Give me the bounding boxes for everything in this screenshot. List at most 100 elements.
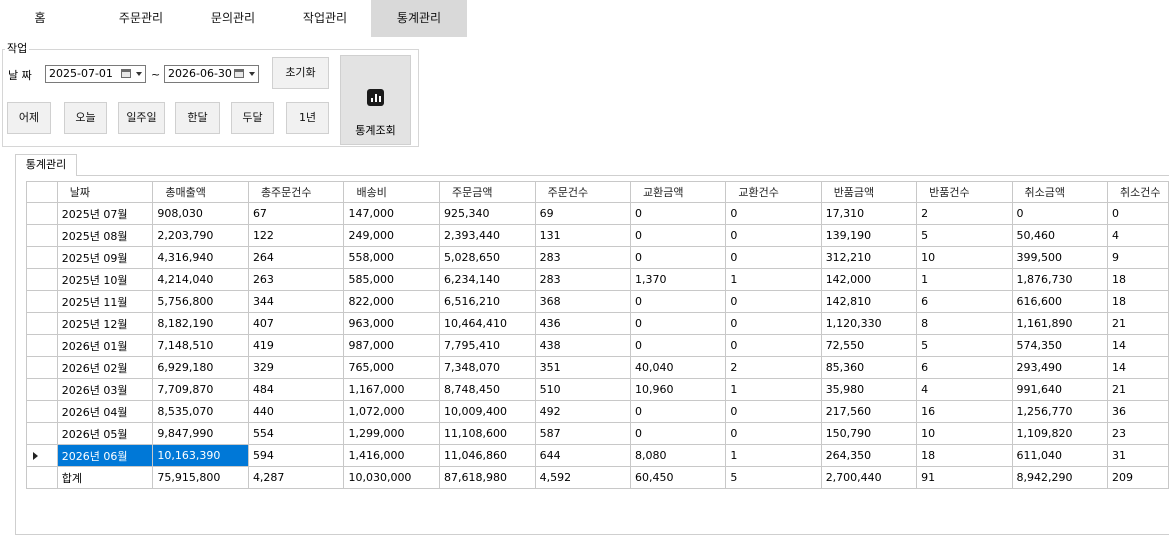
table-cell[interactable]: 0 [725, 224, 822, 247]
table-cell[interactable]: 2025년 12월 [56, 312, 154, 335]
calendar-icon[interactable] [121, 69, 131, 78]
table-cell[interactable]: 6,234,140 [439, 268, 536, 291]
table-cell[interactable]: 263 [247, 268, 345, 291]
table-cell[interactable]: 558,000 [343, 246, 441, 269]
table-cell[interactable]: 17,310 [820, 202, 918, 225]
today-button[interactable]: 오늘 [64, 102, 107, 134]
table-cell[interactable]: 554 [247, 422, 345, 445]
column-header[interactable]: 취소금액 [1011, 181, 1108, 203]
table-cell[interactable]: 5,028,650 [439, 246, 536, 269]
table-total-row[interactable]: 합계 75,915,800 4,287 10,030,000 87,618,980 4,5… [26, 466, 1169, 489]
table-cell[interactable]: 36 [1106, 400, 1169, 423]
table-cell[interactable]: 8,535,070 [152, 400, 249, 423]
table-cell[interactable]: 142,000 [820, 268, 918, 291]
yesterday-button[interactable]: 어제 [7, 102, 51, 134]
table-cell[interactable]: 2,393,440 [439, 224, 536, 247]
table-cell[interactable]: 484 [247, 378, 345, 401]
table-cell[interactable]: 2025년 07월 [56, 202, 154, 225]
table-cell[interactable]: 0 [725, 400, 822, 423]
table-cell[interactable]: 139,190 [820, 224, 918, 247]
table-cell[interactable]: 264,350 [820, 444, 918, 467]
nav-tab-tasks[interactable]: 작업관리 [279, 0, 371, 37]
table-cell[interactable]: 67 [247, 202, 345, 225]
table-cell[interactable]: 1,876,730 [1011, 268, 1108, 291]
table-cell[interactable]: 5 [725, 466, 822, 489]
table-cell[interactable]: 8,942,290 [1011, 466, 1108, 489]
table-cell[interactable]: 11,046,860 [439, 444, 536, 467]
table-cell[interactable]: 87,618,980 [439, 466, 536, 489]
table-cell[interactable]: 0 [629, 400, 727, 423]
table-cell[interactable]: 0 [629, 290, 727, 313]
table-cell[interactable]: 10,030,000 [343, 466, 441, 489]
table-cell[interactable]: 644 [534, 444, 631, 467]
calendar-icon[interactable] [234, 69, 244, 78]
table-cell[interactable]: 399,500 [1011, 246, 1108, 269]
table-cell[interactable]: 150,790 [820, 422, 918, 445]
table-cell[interactable]: 0 [629, 312, 727, 335]
table-cell[interactable]: 209 [1106, 466, 1169, 489]
table-cell[interactable]: 35,980 [820, 378, 918, 401]
table-cell[interactable]: 438 [534, 334, 631, 357]
table-cell[interactable]: 1,416,000 [343, 444, 441, 467]
table-cell[interactable]: 2,203,790 [152, 224, 249, 247]
table-cell[interactable]: 440 [247, 400, 345, 423]
table-cell[interactable]: 574,350 [1011, 334, 1108, 357]
table-cell[interactable]: 407 [247, 312, 345, 335]
table-cell[interactable]: 1,120,330 [820, 312, 918, 335]
row-header[interactable] [26, 444, 58, 467]
table-cell[interactable]: 925,340 [439, 202, 536, 225]
table-cell[interactable]: 91 [916, 466, 1013, 489]
table-cell[interactable]: 4 [916, 378, 1013, 401]
table-cell[interactable]: 18 [1106, 268, 1169, 291]
table-cell[interactable]: 21 [1106, 378, 1169, 401]
table-cell[interactable]: 1,256,770 [1011, 400, 1108, 423]
table-cell[interactable]: 963,000 [343, 312, 441, 335]
row-header[interactable] [26, 290, 58, 313]
table-cell[interactable]: 2026년 03월 [56, 378, 154, 401]
table-cell[interactable]: 4,592 [534, 466, 631, 489]
chevron-down-icon[interactable] [249, 72, 255, 76]
row-header[interactable] [26, 246, 58, 269]
table-cell[interactable]: 5 [916, 334, 1013, 357]
table-cell[interactable]: 4,316,940 [152, 246, 249, 269]
table-cell[interactable]: 283 [534, 246, 631, 269]
table-cell[interactable]: 60,450 [629, 466, 727, 489]
table-cell[interactable]: 1 [725, 378, 822, 401]
table-cell[interactable]: 11,108,600 [439, 422, 536, 445]
nav-tab-orders[interactable]: 주문관리 [95, 0, 187, 37]
two-months-button[interactable]: 두달 [231, 102, 274, 134]
table-cell[interactable]: 18 [916, 444, 1013, 467]
table-cell[interactable]: 0 [725, 422, 822, 445]
column-header[interactable]: 교환건수 [725, 181, 822, 203]
table-cell[interactable]: 329 [247, 356, 345, 379]
table-cell[interactable]: 5 [916, 224, 1013, 247]
table-cell[interactable]: 0 [725, 290, 822, 313]
table-cell[interactable]: 2025년 09월 [56, 246, 154, 269]
table-cell[interactable]: 40,040 [629, 356, 727, 379]
table-cell[interactable]: 1,167,000 [343, 378, 441, 401]
one-year-button[interactable]: 1년 [286, 102, 329, 134]
row-header[interactable] [26, 312, 58, 335]
table-cell[interactable]: 1 [916, 268, 1013, 291]
table-cell[interactable]: 2026년 05월 [56, 422, 154, 445]
table-cell[interactable]: 1,299,000 [343, 422, 441, 445]
table-cell[interactable]: 142,810 [820, 290, 918, 313]
table-cell[interactable]: 6,516,210 [439, 290, 536, 313]
table-cell[interactable]: 0 [1011, 202, 1108, 225]
table-cell[interactable]: 0 [629, 422, 727, 445]
table-cell[interactable]: 6,929,180 [152, 356, 249, 379]
nav-tab-home[interactable]: 홈 [0, 0, 80, 37]
table-cell[interactable]: 0 [725, 202, 822, 225]
table-cell[interactable]: 147,000 [343, 202, 441, 225]
table-cell[interactable]: 10,163,390 [152, 444, 249, 467]
stats-query-button[interactable]: 통계조회 [340, 55, 411, 145]
reset-button[interactable]: 초기화 [272, 57, 329, 89]
table-cell[interactable]: 987,000 [343, 334, 441, 357]
table-cell[interactable]: 249,000 [343, 224, 441, 247]
table-cell[interactable]: 10 [916, 422, 1013, 445]
table-row[interactable]: 2025년 11월 5,756,800 344 822,000 6,516,210 368… [26, 290, 1169, 313]
table-row[interactable]: 2026년 03월 7,709,870 484 1,167,000 8,748,450 5… [26, 378, 1169, 401]
table-cell[interactable]: 9 [1106, 246, 1169, 269]
table-cell[interactable]: 1,370 [629, 268, 727, 291]
table-cell[interactable]: 10 [916, 246, 1013, 269]
